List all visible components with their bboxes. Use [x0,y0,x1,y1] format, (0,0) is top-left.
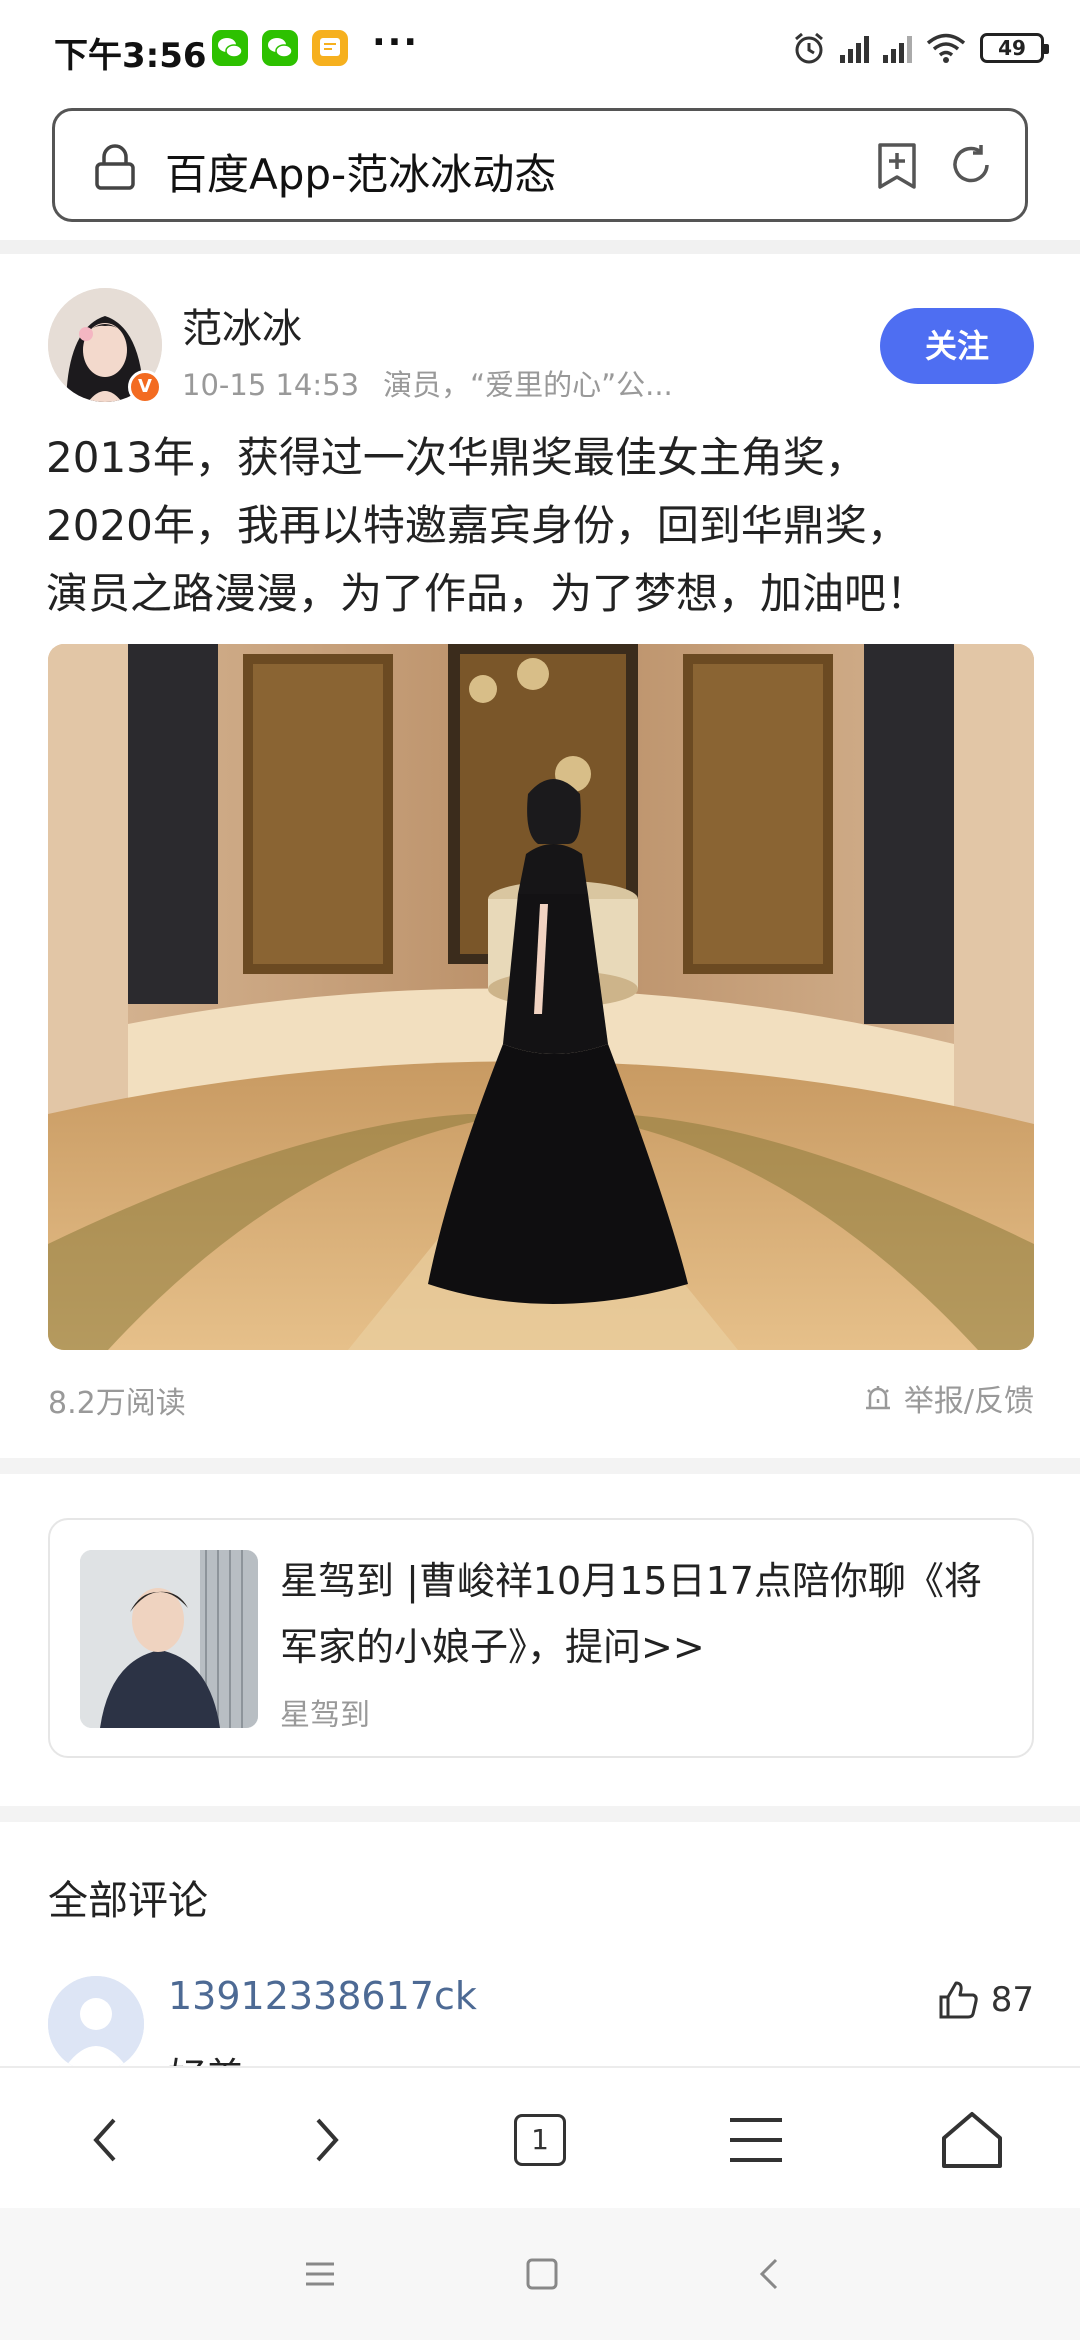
status-bar: 下午3:56 ··· 49 [0,0,1080,96]
thumbs-up-icon [939,1981,978,2019]
post-text: 2013年，获得过一次华鼎奖最佳女主角奖， 2020年，我再以特邀嘉宾身份，回到… [46,424,1046,628]
like-button[interactable]: 87 [937,1980,1034,2020]
post-text-line: 2020年，我再以特邀嘉宾身份，回到华鼎奖， [46,501,909,550]
section-divider [0,1806,1080,1822]
report-feedback-link[interactable]: 举报/反馈 [862,1376,1034,1420]
more-notifications-icon: ··· [372,22,420,63]
report-label[interactable]: 举报/反馈 [904,1376,1034,1420]
tabs-button[interactable]: 1 [504,2104,576,2176]
status-time: 下午3:56 [54,36,207,76]
reload-icon[interactable] [947,141,995,189]
card-thumbnail[interactable] [80,1550,258,1728]
read-count: 8.2万阅读 [48,1386,186,1421]
wifi-icon [926,33,966,63]
menu-icon [730,2118,782,2162]
home-button[interactable] [936,2104,1008,2176]
wechat-icon [212,30,248,66]
post-image[interactable] [48,644,1034,1350]
square-icon [526,2258,558,2290]
verified-badge-icon: V [128,370,162,404]
wechat-icon [262,30,298,66]
chevron-left-icon [93,2118,116,2162]
address-bar[interactable]: 百度App-范冰冰动态 [52,108,1028,222]
comments-header: 全部评论 [48,1878,208,1924]
commenter-name[interactable]: 13912338617ck [168,1974,477,2018]
back-button[interactable] [70,2104,142,2176]
system-navigation-bar [0,2208,1080,2340]
signal-icon [840,33,869,63]
chevron-right-icon [316,2118,339,2162]
system-home-button[interactable] [520,2252,564,2296]
author-name[interactable]: 范冰冰 [182,296,302,354]
like-count: 87 [990,1980,1034,2020]
battery-icon: 49 [980,33,1049,63]
page-title[interactable]: 百度App-范冰冰动态 [165,141,556,202]
follow-button[interactable]: 关注 [880,308,1034,384]
author-description: 演员，“爱里的心”公... [383,368,673,402]
recents-icon [306,2262,334,2286]
status-indicators: 49 [792,28,1049,68]
signal-icon [883,33,912,63]
commenter-avatar[interactable] [48,1976,144,2072]
card-source: 星驾到 [280,1698,370,1733]
related-card[interactable]: 星驾到 |曹峻祥10月15日17点陪你聊《将军家的小娘子》，提问>> 星驾到 [48,1518,1034,1758]
home-icon [942,2112,1002,2168]
note-icon [312,30,348,66]
section-divider [0,1458,1080,1474]
post-text-line: 2013年，获得过一次华鼎奖最佳女主角奖， [46,433,867,482]
forward-button[interactable] [290,2104,362,2176]
menu-button[interactable] [720,2104,792,2176]
header-divider [0,240,1080,254]
card-title[interactable]: 星驾到 |曹峻祥10月15日17点陪你聊《将军家的小娘子》，提问>> [280,1548,1010,1680]
post-time: 10-15 14:53 [182,368,360,402]
report-icon [865,1386,890,1410]
system-back-button[interactable] [748,2252,792,2296]
lock-icon [95,144,135,190]
add-bookmark-icon[interactable] [875,141,919,191]
alarm-icon [795,32,823,64]
post-text-line: 演员之路漫漫，为了作品，为了梦想，加油吧！ [46,569,929,618]
tab-count: 1 [514,2114,566,2166]
comment-text: 好美 [168,2046,244,2068]
browser-toolbar: 1 [0,2066,1080,2208]
post-meta: 10-15 14:53 演员，“爱里的心”公... [182,362,673,404]
back-arrow-icon [759,2258,778,2290]
browser-page: 下午3:56 ··· 49 百度App-范冰冰动态 V 范冰冰 10-15 14… [0,0,1080,2340]
recent-apps-button[interactable] [298,2252,342,2296]
